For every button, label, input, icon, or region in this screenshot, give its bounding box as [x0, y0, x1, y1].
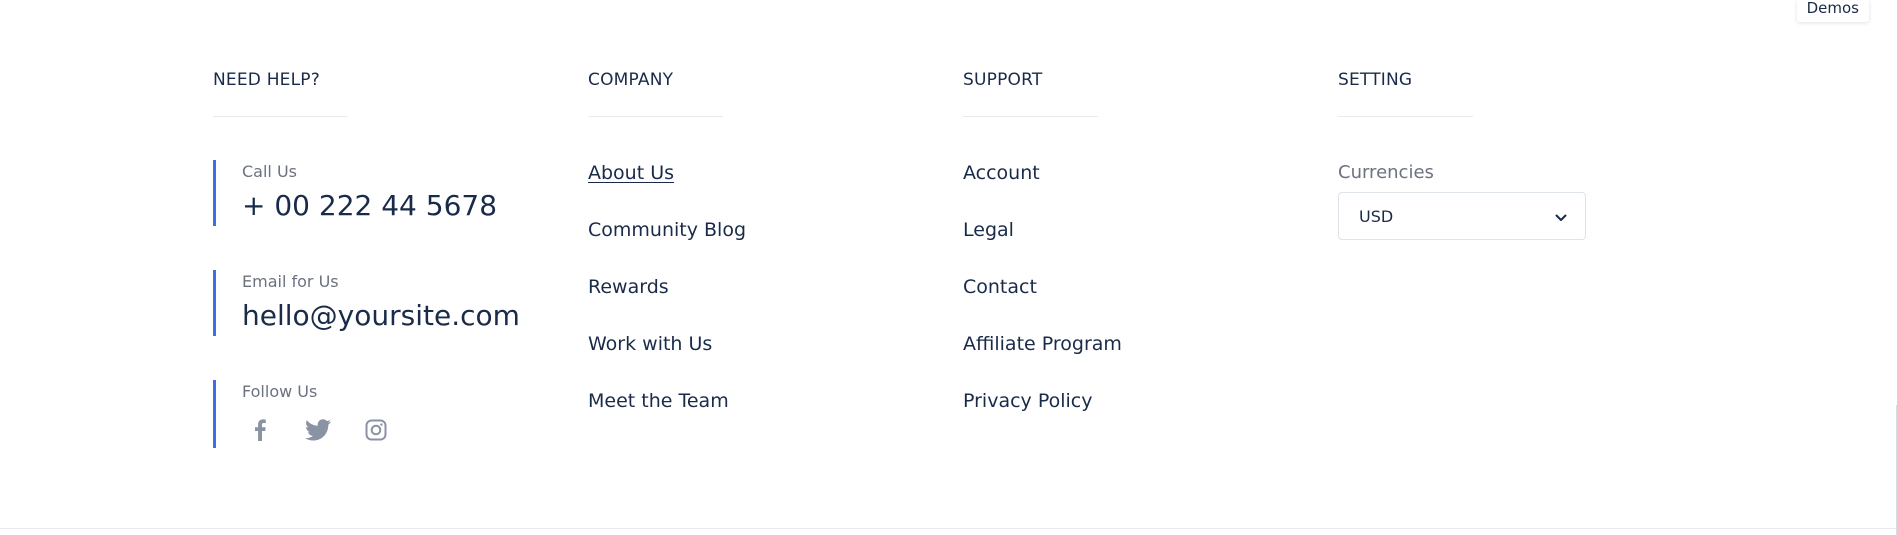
- support-title: SUPPORT: [963, 70, 1043, 90]
- need-help-title: NEED HELP?: [213, 70, 320, 90]
- email-block: Email for Us hello@yoursite.com: [213, 270, 520, 336]
- setting-divider: [1338, 116, 1473, 117]
- support-column: SUPPORT Account Legal Contact Affiliate …: [963, 68, 1323, 412]
- footer: NEED HELP? Call Us + 00 222 44 5678 Emai…: [213, 68, 1713, 488]
- link-affiliate-program[interactable]: Affiliate Program: [963, 332, 1122, 389]
- link-legal[interactable]: Legal: [963, 218, 1122, 275]
- link-account[interactable]: Account: [963, 161, 1122, 218]
- email-address[interactable]: hello@yoursite.com: [242, 298, 520, 334]
- phone-number[interactable]: + 00 222 44 5678: [242, 188, 497, 224]
- link-privacy-policy[interactable]: Privacy Policy: [963, 389, 1122, 446]
- currencies-label: Currencies: [1338, 162, 1434, 183]
- twitter-icon[interactable]: [304, 416, 332, 444]
- link-contact[interactable]: Contact: [963, 275, 1122, 332]
- facebook-icon[interactable]: [246, 416, 274, 444]
- link-meet-the-team[interactable]: Meet the Team: [588, 389, 746, 446]
- support-links: Account Legal Contact Affiliate Program …: [963, 161, 1122, 446]
- social-links: [242, 416, 390, 444]
- currency-select[interactable]: USD: [1338, 192, 1586, 240]
- follow-us-label: Follow Us: [242, 382, 318, 401]
- link-work-with-us[interactable]: Work with Us: [588, 332, 746, 389]
- link-about-us[interactable]: About Us: [588, 161, 746, 218]
- page: Demos NEED HELP? Call Us + 00 222 44 567…: [0, 0, 1897, 535]
- company-divider: [588, 116, 723, 117]
- link-community-blog[interactable]: Community Blog: [588, 218, 746, 275]
- company-links: About Us Community Blog Rewards Work wit…: [588, 161, 746, 446]
- chevron-down-icon: [1555, 207, 1567, 226]
- setting-column: SETTING Currencies USD: [1338, 68, 1698, 240]
- instagram-icon[interactable]: [362, 416, 390, 444]
- currency-selected-value: USD: [1359, 206, 1394, 226]
- call-us-block: Call Us + 00 222 44 5678: [213, 160, 497, 226]
- link-rewards[interactable]: Rewards: [588, 275, 746, 332]
- setting-title: SETTING: [1338, 70, 1413, 90]
- company-title: COMPANY: [588, 70, 674, 90]
- company-column: COMPANY About Us Community Blog Rewards …: [588, 68, 948, 412]
- demos-tab[interactable]: Demos: [1796, 0, 1869, 22]
- email-label: Email for Us: [242, 272, 339, 291]
- need-help-divider: [213, 116, 348, 117]
- need-help-column: NEED HELP? Call Us + 00 222 44 5678 Emai…: [213, 68, 583, 448]
- support-divider: [963, 116, 1098, 117]
- call-us-label: Call Us: [242, 162, 297, 181]
- follow-us-block: Follow Us: [213, 380, 390, 448]
- footer-bottom-divider: [0, 528, 1897, 529]
